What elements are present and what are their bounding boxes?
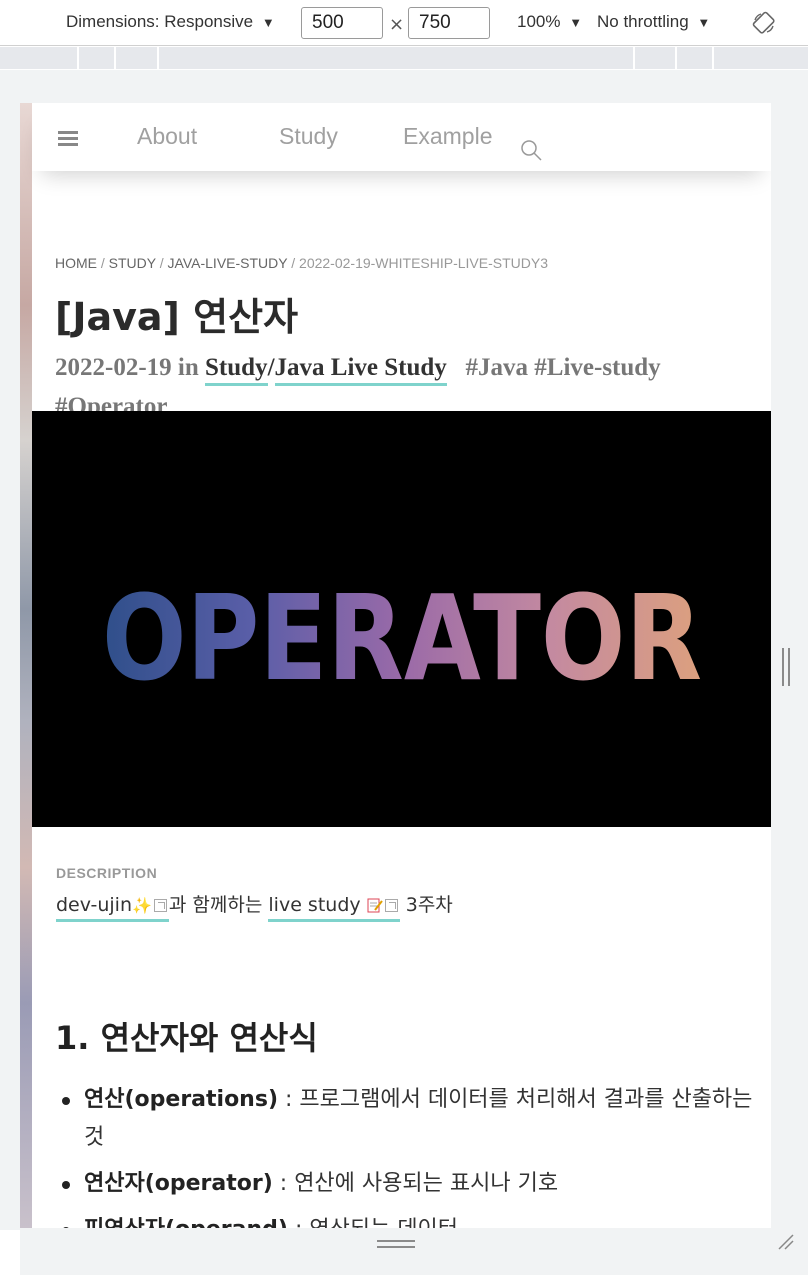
background-image-strip <box>20 103 32 1228</box>
tag-java[interactable]: #Java <box>466 354 529 381</box>
hero-text: OPERATOR <box>102 569 702 707</box>
ruler-segment <box>712 47 714 69</box>
viewport-bottom-bar <box>20 1228 808 1275</box>
tag-live-study[interactable]: #Live-study <box>534 354 660 381</box>
live-study-link-text: live study <box>268 894 361 916</box>
ruler-segment <box>114 47 116 69</box>
height-input[interactable] <box>408 7 490 39</box>
list-item: 연산자(operator) : 연산에 사용되는 표시나 기호 <box>56 1165 756 1203</box>
list-item-term: 피연산자(operand) <box>84 1217 288 1228</box>
emulated-page: About Study Example HOME / STUDY / JAVA-… <box>20 103 771 1228</box>
ruler-segment <box>675 47 677 69</box>
hero-operator-graphic: OPERATOR <box>102 569 702 707</box>
nav-link-study[interactable]: Study <box>279 123 338 150</box>
page-title: [Java] 연산자 <box>55 295 299 339</box>
search-icon[interactable] <box>520 139 544 163</box>
sparkle-icon: ✨ <box>131 896 152 915</box>
dropdown-arrow-icon: ▼ <box>569 15 583 30</box>
dimensions-label: Dimensions: Responsive <box>66 12 254 31</box>
breadcrumb: HOME / STUDY / JAVA-LIVE-STUDY / 2022-02… <box>55 255 548 271</box>
nav-link-example[interactable]: Example <box>403 123 492 150</box>
in-word: in <box>177 354 199 381</box>
live-study-link[interactable]: live study <box>268 894 400 922</box>
category-link-study[interactable]: Study <box>205 354 268 386</box>
ruler-segment <box>633 47 635 69</box>
breadcrumb-current: 2022-02-19-WHITESHIP-LIVE-STUDY3 <box>299 255 548 271</box>
height-resize-handle[interactable] <box>377 1240 415 1248</box>
media-query-ruler[interactable] <box>0 47 808 69</box>
post-date: 2022-02-19 <box>55 354 172 381</box>
author-link[interactable]: dev-ujin✨ <box>56 894 169 922</box>
list-item: 연산(operations) : 프로그램에서 데이터를 처리해서 결과를 산출… <box>56 1081 756 1157</box>
breadcrumb-separator: / <box>291 255 300 271</box>
description-connector: 과 함께하는 <box>168 894 263 916</box>
width-input[interactable] <box>301 7 383 39</box>
dropdown-arrow-icon: ▼ <box>261 15 275 30</box>
breadcrumb-separator: / <box>100 255 109 271</box>
description-week: 3주차 <box>405 894 453 916</box>
hero-image: OPERATOR <box>32 411 771 827</box>
list-item-term: 연산(operations) <box>84 1087 278 1112</box>
devtools-device-toolbar: Dimensions: Responsive ▼ × 100% ▼ No thr… <box>0 0 808 46</box>
breadcrumb-separator: / <box>159 255 168 271</box>
times-sign: × <box>389 14 405 35</box>
nav-link-about[interactable]: About <box>137 123 197 150</box>
throttling-value: No throttling <box>597 12 689 31</box>
list-item-text: : 연산에 사용되는 표시나 기호 <box>272 1171 559 1196</box>
description-label: DESCRIPTION <box>56 865 158 881</box>
description-line: dev-ujin✨ 과 함께하는 live study 3주차 <box>56 890 453 922</box>
list-item: 피연산자(operand) : 연산되는 데이터 <box>56 1211 756 1228</box>
corner-resize-icon[interactable] <box>777 1233 795 1251</box>
throttling-dropdown[interactable]: No throttling ▼ <box>597 12 710 32</box>
dropdown-arrow-icon: ▼ <box>697 15 711 30</box>
ruler-segment <box>157 47 159 69</box>
external-link-icon <box>384 899 398 912</box>
zoom-dropdown[interactable]: 100% ▼ <box>517 12 582 32</box>
top-navigation: About Study Example <box>32 103 771 171</box>
section-heading: 1. 연산자와 연산식 <box>55 1019 318 1057</box>
breadcrumb-java-live-study[interactable]: JAVA-LIVE-STUDY <box>168 255 288 271</box>
list-item-term: 연산자(operator) <box>84 1171 273 1196</box>
category-link-java-live-study[interactable]: Java Live Study <box>274 354 447 386</box>
zoom-value: 100% <box>517 12 561 31</box>
breadcrumb-home[interactable]: HOME <box>55 255 97 271</box>
external-link-icon <box>153 899 167 912</box>
hamburger-menu-icon[interactable] <box>58 131 78 147</box>
category-separator: / <box>267 354 275 381</box>
definition-list: 연산(operations) : 프로그램에서 데이터를 처리해서 결과를 산출… <box>56 1081 756 1228</box>
dimensions-dropdown[interactable]: Dimensions: Responsive ▼ <box>66 12 275 32</box>
memo-icon <box>367 898 383 913</box>
breadcrumb-study[interactable]: STUDY <box>109 255 156 271</box>
list-item-text: : 연산되는 데이터 <box>288 1217 458 1228</box>
width-resize-handle[interactable] <box>782 648 790 686</box>
rotate-icon[interactable] <box>752 11 776 35</box>
ruler-segment <box>77 47 79 69</box>
author-link-text: dev-ujin <box>56 894 132 916</box>
